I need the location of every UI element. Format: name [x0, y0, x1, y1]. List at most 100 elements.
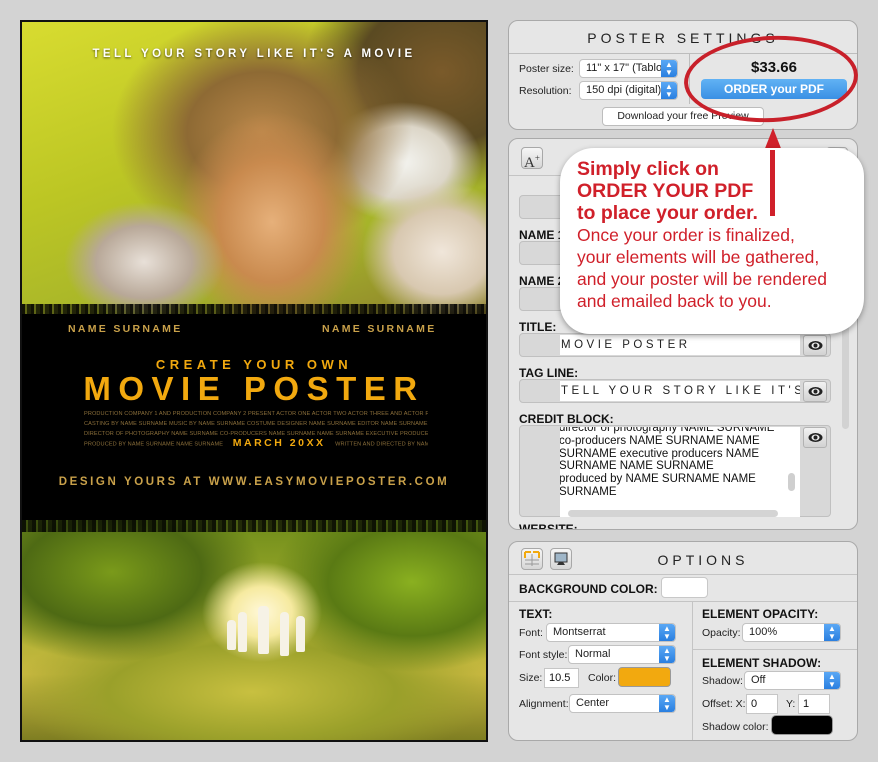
eye-icon — [808, 387, 823, 396]
divider — [509, 574, 857, 575]
shadow-color-label: Shadow color: — [702, 721, 769, 733]
poster-release-date[interactable]: MARCH 20XX — [233, 439, 326, 449]
poster-name-1[interactable]: NAME SURNAME — [68, 323, 183, 335]
background-color-label: BACKGROUND COLOR: — [519, 582, 658, 596]
element-label-website: WEBSITE: — [519, 522, 578, 530]
toggle-visibility-button[interactable] — [803, 427, 827, 448]
photo-figure — [227, 620, 236, 650]
photo-figure — [238, 612, 247, 652]
offset-y-input[interactable]: 1 — [798, 694, 830, 714]
poster-preview[interactable]: TELL YOUR STORY LIKE IT'S A MOVIE NAME S… — [20, 20, 488, 742]
instruction-line: and emailed back to you. — [577, 291, 772, 311]
resolution-label: Resolution: — [519, 85, 572, 97]
credit-horizontal-scrollbar[interactable] — [568, 510, 778, 517]
offset-x-label: Offset: X: — [702, 698, 746, 710]
poster-size-label: Poster size: — [519, 63, 574, 75]
credit-line: DIRECTOR OF PHOTOGRAPHY NAME SURNAME CO-… — [84, 430, 428, 437]
poster-website[interactable]: DESIGN YOURS AT WWW.EASYMOVIEPOSTER.COM — [22, 476, 486, 488]
font-select[interactable]: Montserrat ▲ ▼ — [546, 623, 676, 642]
credit-vertical-scrollbar[interactable] — [788, 473, 795, 491]
title-field[interactable]: MOVIE POSTER — [560, 335, 800, 355]
poster-name-2[interactable]: NAME SURNAME — [322, 323, 437, 335]
panel-title: OPTIONS — [657, 552, 749, 568]
size-input[interactable]: 10.5 — [544, 668, 579, 688]
shadow-value: Off — [751, 674, 766, 686]
instruction-bold-line: Simply click on — [577, 158, 719, 180]
poster-title[interactable]: MOVIE POSTER — [22, 370, 486, 408]
shadow-color-swatch[interactable] — [771, 715, 833, 735]
offset-x-input[interactable]: 0 — [746, 694, 778, 714]
opacity-label: Opacity: — [702, 627, 741, 639]
poster-photo-family-in-park — [22, 512, 486, 740]
credit-text-line: director of photography NAME SURNAME — [560, 427, 775, 434]
add-text-button[interactable]: A+ — [521, 147, 543, 171]
poster-size-select[interactable]: 11" x 17" (Tabloid) ▲ ▼ — [579, 59, 678, 78]
chevron-updown-icon: ▲ ▼ — [659, 646, 675, 663]
element-opacity-heading: ELEMENT OPACITY: — [702, 607, 819, 621]
credit-text-line: SURNAME — [560, 485, 617, 498]
element-label-title: TITLE: — [519, 320, 557, 334]
instruction-bold-line: ORDER YOUR PDF — [577, 180, 754, 202]
instruction-bold-line: to place your order. — [577, 202, 758, 224]
opacity-value: 100% — [749, 626, 778, 638]
font-style-select[interactable]: Normal ▲ ▼ — [568, 645, 676, 664]
instruction-line: your elements will be gathered, — [577, 247, 820, 267]
text-heading: TEXT: — [519, 607, 553, 621]
options-panel: OPTIONS BACKGROUND COLOR: TEXT: Font: Mo… — [508, 541, 858, 741]
shadow-select[interactable]: Off ▲ ▼ — [744, 671, 841, 690]
instruction-text: Simply click on ORDER YOUR PDF to place … — [577, 158, 862, 312]
element-row-title: MOVIE POSTER — [519, 333, 831, 357]
divider — [693, 649, 857, 650]
credit-line: PRODUCTION COMPANY 1 AND PRODUCTION COMP… — [84, 411, 428, 417]
photo-figure — [258, 606, 269, 654]
credit-produced-by: PRODUCED BY NAME SURNAME NAME SURNAME — [84, 441, 224, 448]
chevron-updown-icon: ▲ ▼ — [661, 82, 677, 99]
credit-line: CASTING BY NAME SURNAME MUSIC BY NAME SU… — [84, 420, 428, 427]
shadow-label: Shadow: — [702, 675, 743, 687]
chevron-updown-icon: ▲ ▼ — [659, 695, 675, 712]
resolution-value: 150 dpi (digital) — [586, 84, 662, 96]
poster-photo-girl-with-cat — [22, 22, 486, 322]
credit-written-by: WRITTEN AND DIRECTED BY NAME SURNAME — [335, 441, 428, 448]
credit-text-line: SURNAME NAME SURNAME — [560, 460, 714, 473]
color-label: Color: — [588, 672, 617, 684]
text-color-swatch[interactable] — [618, 667, 671, 687]
toggle-visibility-button[interactable] — [803, 335, 827, 356]
add-text-icon: A+ — [524, 153, 540, 171]
photo-figure — [296, 616, 305, 652]
alignment-select[interactable]: Center ▲ ▼ — [569, 694, 676, 713]
divider — [509, 601, 857, 602]
chevron-updown-icon: ▲ ▼ — [661, 60, 677, 77]
element-label-tagline: TAG LINE: — [519, 366, 579, 380]
chevron-updown-icon: ▲ ▼ — [824, 672, 840, 689]
opacity-select[interactable]: 100% ▲ ▼ — [742, 623, 841, 642]
font-style-label: Font style: — [519, 649, 568, 661]
tagline-field[interactable]: TELL YOUR STORY LIKE IT'S A MOVIE — [560, 381, 800, 401]
font-label: Font: — [519, 627, 543, 639]
poster-credit-block[interactable]: PRODUCTION COMPANY 1 AND PRODUCTION COMP… — [84, 410, 428, 451]
credit-line-last: PRODUCED BY NAME SURNAME NAME SURNAME MA… — [84, 439, 428, 450]
credit-block-textarea[interactable]: director of photography NAME SURNAME co-… — [560, 427, 800, 517]
toggle-visibility-button[interactable] — [803, 381, 827, 402]
resolution-select[interactable]: 150 dpi (digital) ▲ ▼ — [579, 81, 678, 100]
font-style-value: Normal — [575, 648, 611, 660]
credit-text-line: produced by NAME SURNAME NAME — [560, 473, 756, 486]
credit-text-line: co-producers NAME SURNAME NAME — [560, 434, 760, 447]
divider — [692, 602, 693, 740]
credit-text-line: SURNAME executive producers NAME — [560, 447, 760, 460]
eye-icon — [808, 433, 823, 442]
alignment-value: Center — [576, 697, 610, 709]
element-shadow-heading: ELEMENT SHADOW: — [702, 656, 822, 670]
size-label: Size: — [519, 672, 543, 684]
poster-tagline[interactable]: TELL YOUR STORY LIKE IT'S A MOVIE — [22, 48, 486, 60]
font-value: Montserrat — [553, 626, 606, 638]
background-color-swatch[interactable] — [661, 577, 708, 598]
photo-figure — [280, 612, 289, 656]
instruction-line: and your poster will be rendered — [577, 269, 828, 289]
element-label-credit-block: CREDIT BLOCK: — [519, 412, 614, 426]
eye-icon — [808, 341, 823, 350]
alignment-label: Alignment: — [519, 698, 569, 710]
chevron-updown-icon: ▲ ▼ — [659, 624, 675, 641]
offset-y-label: Y: — [786, 698, 796, 710]
grunge-edge-bottom — [22, 516, 486, 532]
